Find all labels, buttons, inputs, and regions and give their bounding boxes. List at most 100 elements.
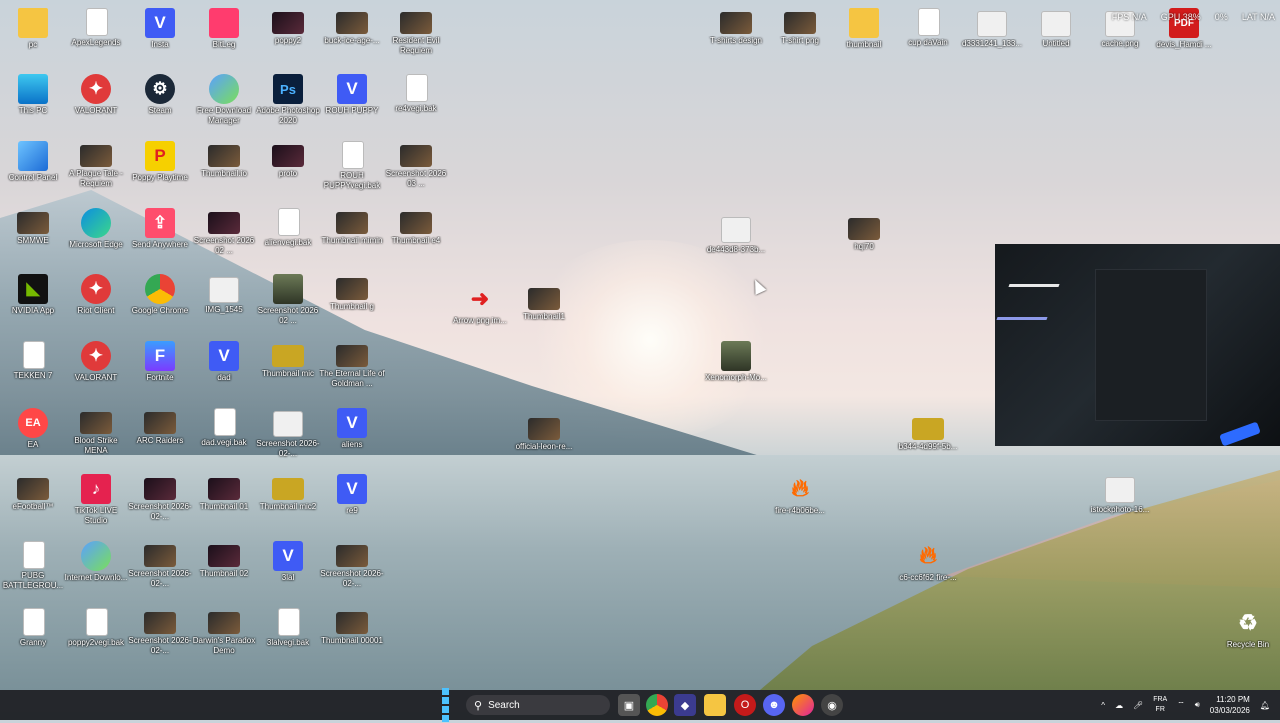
file-explorer-icon[interactable] [704, 694, 726, 716]
desktop-icon[interactable]: ♪ TikTok LIVE Studio [63, 472, 129, 526]
desktop-icon[interactable]: P Poppy Playtime [127, 139, 193, 183]
desktop-icon[interactable]: Ps Adobe Photoshop 2020 [255, 72, 321, 126]
desktop-icon[interactable]: Microsoft Edge [63, 206, 129, 250]
desktop-icon[interactable]: ⇪ Send Anywhere [127, 206, 193, 250]
desktop-icon[interactable]: dad.vegi.bak [191, 406, 257, 448]
discord-taskbar-icon[interactable]: ☻ [763, 694, 785, 716]
desktop-icon[interactable]: EA EA [0, 406, 66, 450]
desktop-icon[interactable]: TEKKEN 7 [0, 339, 66, 381]
desktop-icon[interactable]: SMMWE [0, 206, 66, 246]
desktop-icon[interactable]: poppy2vegi.bak [63, 606, 129, 648]
desktop-icon[interactable]: Screenshot 2026-02-... [127, 472, 193, 522]
desktop-icon[interactable]: buck-ice-age-... [319, 6, 385, 46]
desktop-icon[interactable]: ➜ Arrow png im... [447, 282, 513, 326]
desktop-icon[interactable]: 3lalvegi.bak [255, 606, 321, 648]
desktop-icon[interactable]: Thumbnail 01 [191, 472, 257, 512]
desktop-icon[interactable]: ✦ VALORANT [63, 339, 129, 383]
desktop-icon[interactable]: Thumbnail mimin [319, 206, 385, 246]
desktop-icon[interactable]: Vdad [191, 339, 257, 383]
desktop-icon[interactable]: Resident Evil Requiem [383, 6, 449, 56]
firefox-taskbar-icon[interactable] [792, 694, 814, 716]
desktop-icon[interactable]: BitLeg [191, 6, 257, 50]
desktop-icon[interactable]: re4vegi.bak [383, 72, 449, 114]
desktop-icon[interactable]: cup daVain [895, 6, 961, 48]
desktop-icon[interactable]: T-shirt png [767, 6, 833, 46]
desktop-icon[interactable]: V ROUH PUPPY [319, 72, 385, 116]
desktop-icon[interactable]: Screenshot 2026 02 ... [191, 206, 257, 256]
desktop-icon[interactable]: V 3lal [255, 539, 321, 583]
desktop-icon[interactable]: PUBG BATTLEGROU... [0, 539, 66, 591]
desktop-icon[interactable]: ✦ Riot Client [63, 272, 129, 316]
desktop-icon[interactable]: Xenomorph-Mo... [703, 339, 769, 383]
desktop-icon[interactable]: Darwin's Paradox Demo [191, 606, 257, 656]
desktop-icon[interactable]: 🔥︎ fire-r4b06be... [767, 472, 833, 516]
desktop-icon[interactable]: thumbnail [831, 6, 897, 50]
desktop-icon[interactable]: Thumbnail e4 [383, 206, 449, 246]
desktop-icon[interactable]: istockphoto-16... [1087, 472, 1153, 515]
desktop-icon[interactable]: de443d8-373b... [703, 212, 769, 255]
taskbar-search[interactable]: ⚲ Search [466, 695, 610, 715]
desktop-icon[interactable]: Screenshot 2026-02-... [319, 539, 385, 589]
desktop-icon[interactable]: b344-4d99f-5b... [895, 412, 961, 452]
desktop-icon[interactable]: Granny [0, 606, 66, 648]
notification-icon[interactable]: 🔔︎ [1260, 701, 1270, 710]
desktop-icon[interactable]: poppy2 [255, 6, 321, 46]
desktop-icon[interactable]: IMG_1545 [191, 272, 257, 315]
desktop-icon-label: d3331241_133... [961, 39, 1023, 48]
desktop-icon[interactable]: Thumbnail g [319, 272, 385, 312]
desktop-icon[interactable]: ARC Raiders [127, 406, 193, 446]
desktop-icon[interactable]: The Eternal Life of Goldman ... [319, 339, 385, 389]
desktop-icon[interactable]: Internet Downlo... [63, 539, 129, 583]
desktop-icon[interactable]: Valiens [319, 406, 385, 450]
desktop-icon[interactable]: d3331241_133... [959, 6, 1025, 49]
desktop-icon[interactable]: ✦ VALORANT [63, 72, 129, 116]
desktop-icon[interactable]: 🔥︎ c6-cc6f62 fire-... [895, 539, 961, 583]
network-tray-icon[interactable]: ☁ [1115, 701, 1123, 710]
clock[interactable]: 11:20 PM 03/03/2026 [1210, 694, 1250, 716]
desktop-icon[interactable]: F Fortnite [127, 339, 193, 383]
desktop-icon[interactable]: Blood Strike MENA [63, 406, 129, 456]
desktop-icon[interactable]: Thumbnail mic [255, 339, 321, 379]
desktop-icon[interactable]: ROUH PUPPYvegi.bak [319, 139, 385, 191]
desktop-icon[interactable]: Screenshot 2026 02 ... [255, 272, 321, 326]
language-indicator[interactable]: FRA FR [1153, 695, 1167, 715]
desktop-icon[interactable]: Screenshot 2026-02-... [127, 606, 193, 656]
app-taskbar-icon[interactable]: ◆ [674, 694, 696, 716]
desktop-icon[interactable]: ⚙ Steam [127, 72, 193, 116]
desktop-icon[interactable]: proto [255, 139, 321, 179]
wifi-icon[interactable]: ⌔ [1177, 700, 1185, 710]
desktop-icon[interactable]: ◣ NVIDIA App [0, 272, 66, 316]
desktop-icon[interactable]: Thumbnail1 [511, 282, 577, 322]
desktop-icon[interactable]: alienvegi.bak [255, 206, 321, 248]
desktop-icon[interactable]: Control Panel [0, 139, 66, 183]
desktop-icon[interactable]: Thumbnail 02 [191, 539, 257, 579]
desktop-icon[interactable]: ApexLegends [63, 6, 129, 48]
desktop-icon[interactable]: T-shirts design [703, 6, 769, 46]
thumb-icon [336, 278, 368, 300]
opera-taskbar-icon[interactable]: O [734, 694, 756, 716]
mic-icon[interactable]: 🎤︎ [1133, 701, 1143, 710]
desktop-icon[interactable]: Google Chrome [127, 272, 193, 316]
desktop-icon[interactable]: Thumbnail 00001 [319, 606, 385, 646]
desktop-icon[interactable]: eFootball™ [0, 472, 66, 512]
start-button[interactable] [438, 688, 460, 722]
desktop-icon[interactable]: Free Download Manager [191, 72, 257, 126]
desktop-icon[interactable]: V Insta [127, 6, 193, 50]
desktop-icon[interactable]: Screenshot 2026 03 ... [383, 139, 449, 189]
chrome-taskbar-icon[interactable] [646, 694, 668, 716]
desktop-icon[interactable]: ♻ Recycle Bin [1215, 606, 1280, 650]
obs-taskbar-icon[interactable]: ◉ [821, 694, 843, 716]
task-view-button[interactable]: ▣ [618, 694, 640, 716]
volume-icon[interactable]: 🔊︎ [1195, 700, 1200, 710]
desktop-icon[interactable]: Thumbnail.io [191, 139, 257, 179]
desktop-icon[interactable]: Vre9 [319, 472, 385, 516]
desktop-icon[interactable]: Screenshot 2026-02-... [127, 539, 193, 589]
desktop-icon[interactable]: Screenshot 2026-02-... [255, 406, 321, 459]
desktop-icon[interactable]: A Plague Tale - Requiem [63, 139, 129, 189]
chevron-up-icon[interactable]: ^ [1101, 701, 1105, 710]
desktop-icon[interactable]: hqi70 [831, 212, 897, 252]
desktop-icon[interactable]: official-leon-re... [511, 412, 577, 452]
desktop-icon[interactable]: pc [0, 6, 66, 50]
desktop-icon[interactable]: Thumbnail mic2 [255, 472, 321, 512]
desktop-icon[interactable]: This PC [0, 72, 66, 116]
